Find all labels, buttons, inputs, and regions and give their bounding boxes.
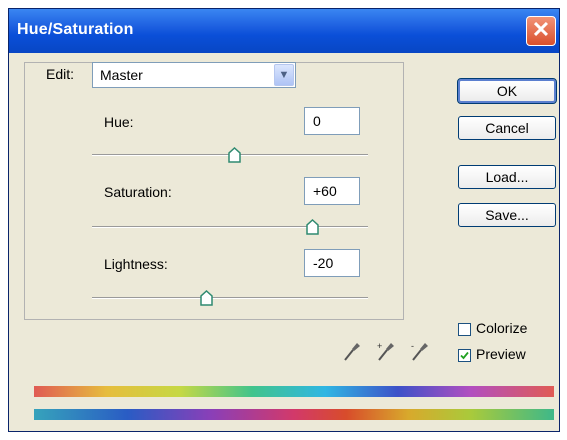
edit-select-value: Master — [100, 67, 143, 83]
hue-slider-thumb[interactable] — [228, 147, 241, 163]
eyedropper-icon[interactable] — [342, 340, 362, 362]
lightness-slider-track[interactable] — [92, 297, 368, 299]
eyedropper-minus-icon[interactable]: - — [410, 340, 430, 362]
eyedropper-plus-icon[interactable]: + — [376, 340, 396, 362]
hue-input[interactable]: 0 — [304, 107, 360, 135]
lightness-label: Lightness: — [104, 256, 168, 272]
checkmark-icon — [460, 351, 469, 360]
close-icon: ✕ — [531, 17, 551, 42]
ok-button[interactable]: OK — [457, 78, 557, 104]
svg-text:+: + — [377, 341, 382, 351]
saturation-slider-track[interactable] — [92, 226, 368, 228]
colorize-label: Colorize — [476, 320, 528, 336]
saturation-input[interactable]: +60 — [304, 177, 360, 205]
save-button[interactable]: Save... — [458, 203, 556, 227]
edit-select[interactable]: Master ▼ — [92, 62, 296, 88]
window-title: Hue/Saturation — [17, 21, 134, 38]
svg-text:-: - — [411, 341, 414, 351]
edit-label: Edit: — [42, 66, 79, 82]
title-bar[interactable]: Hue/Saturation ✕ — [9, 9, 559, 53]
close-button[interactable]: ✕ — [526, 16, 556, 46]
hue-label: Hue: — [104, 114, 134, 130]
preview-checkbox[interactable] — [458, 349, 471, 362]
saturation-label: Saturation: — [104, 184, 172, 200]
cancel-button[interactable]: Cancel — [458, 116, 556, 140]
load-button[interactable]: Load... — [458, 165, 556, 189]
chevron-down-icon[interactable]: ▼ — [274, 64, 294, 86]
saturation-slider-thumb[interactable] — [306, 219, 319, 235]
lightness-slider-thumb[interactable] — [200, 290, 213, 306]
preview-label: Preview — [476, 346, 526, 362]
lightness-input[interactable]: -20 — [304, 249, 360, 277]
input-color-spectrum-bar — [34, 386, 554, 397]
output-color-spectrum-bar — [34, 409, 554, 420]
colorize-checkbox[interactable] — [458, 323, 471, 336]
